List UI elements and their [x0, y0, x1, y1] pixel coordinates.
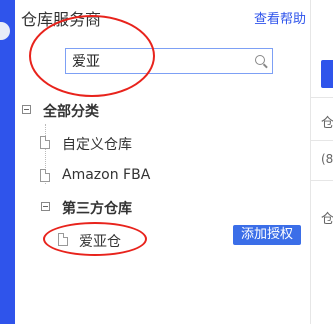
right-panel-edge: 仓 (8 仓: [310, 0, 333, 324]
tree-item-amazon-fba[interactable]: Amazon FBA: [62, 167, 150, 183]
right-panel-button[interactable]: [321, 60, 333, 88]
help-link[interactable]: 查看帮助: [254, 8, 306, 27]
add-authorization-button[interactable]: 添加授权: [233, 225, 301, 245]
divider: [311, 140, 333, 141]
warehouse-provider-panel: 仓库服务商 查看帮助 全部分类 自定义仓库 Amazon FBA 第三方仓库 爱…: [15, 0, 310, 324]
collapse-toggle-icon[interactable]: [41, 202, 50, 211]
search-icon[interactable]: [255, 55, 265, 65]
annotation-ellipse: [29, 15, 155, 97]
divider: [311, 97, 333, 98]
divider: [311, 180, 333, 181]
left-sidebar: [0, 0, 15, 324]
right-panel-text: 仓: [321, 212, 333, 227]
tree-root-label[interactable]: 全部分类: [43, 101, 99, 121]
right-panel-text: 仓: [321, 116, 333, 131]
right-panel-text: (8: [321, 152, 333, 166]
annotation-ellipse: [43, 222, 147, 256]
collapse-toggle-icon[interactable]: [22, 105, 31, 114]
tree-group-third-party[interactable]: 第三方仓库: [62, 198, 132, 218]
file-icon: [40, 136, 50, 149]
file-icon: [40, 169, 50, 182]
tree-item-custom-warehouse[interactable]: 自定义仓库: [62, 134, 132, 154]
sidebar-collapse-handle[interactable]: [0, 22, 10, 40]
